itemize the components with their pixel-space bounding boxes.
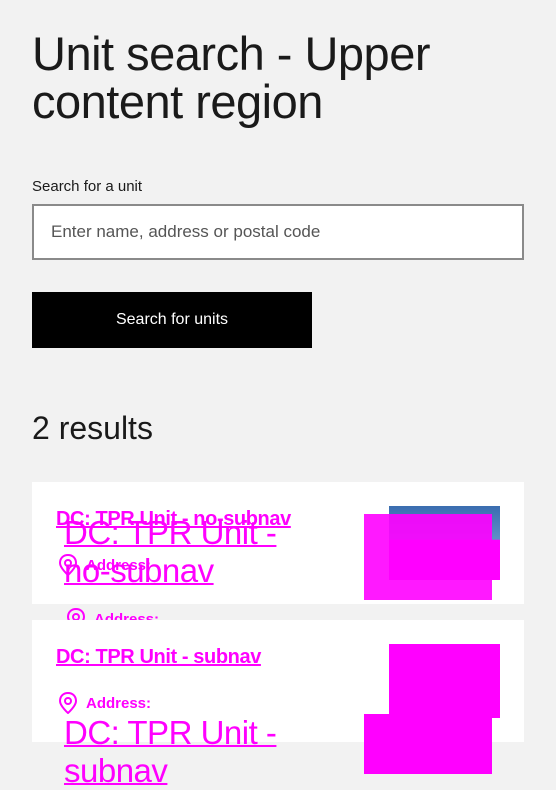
result-title-link-overlay[interactable]: DC: TPR Unit - subnav — [64, 714, 324, 790]
location-pin-icon — [58, 554, 78, 576]
result-address: Address: — [58, 692, 151, 714]
unit-image-overlay — [364, 514, 492, 600]
address-label: Address: — [86, 694, 152, 712]
unit-image-overlay — [364, 714, 492, 774]
result-title-link-overlay[interactable]: DC: TPR Unit - no-subnav — [64, 514, 324, 590]
results-count: 2 results — [32, 410, 153, 446]
unit-image — [389, 644, 500, 718]
address-label: Address: — [86, 556, 152, 574]
location-pin-icon — [58, 692, 78, 714]
page-title: Unit search - Upper content region — [32, 27, 431, 128]
search-label: Search for a unit — [32, 178, 143, 195]
search-button[interactable]: Search for units — [32, 292, 312, 348]
result-title-link[interactable]: DC: TPR Unit - subnav — [56, 646, 261, 669]
search-input[interactable] — [32, 204, 524, 260]
result-address: Address: — [58, 554, 151, 576]
